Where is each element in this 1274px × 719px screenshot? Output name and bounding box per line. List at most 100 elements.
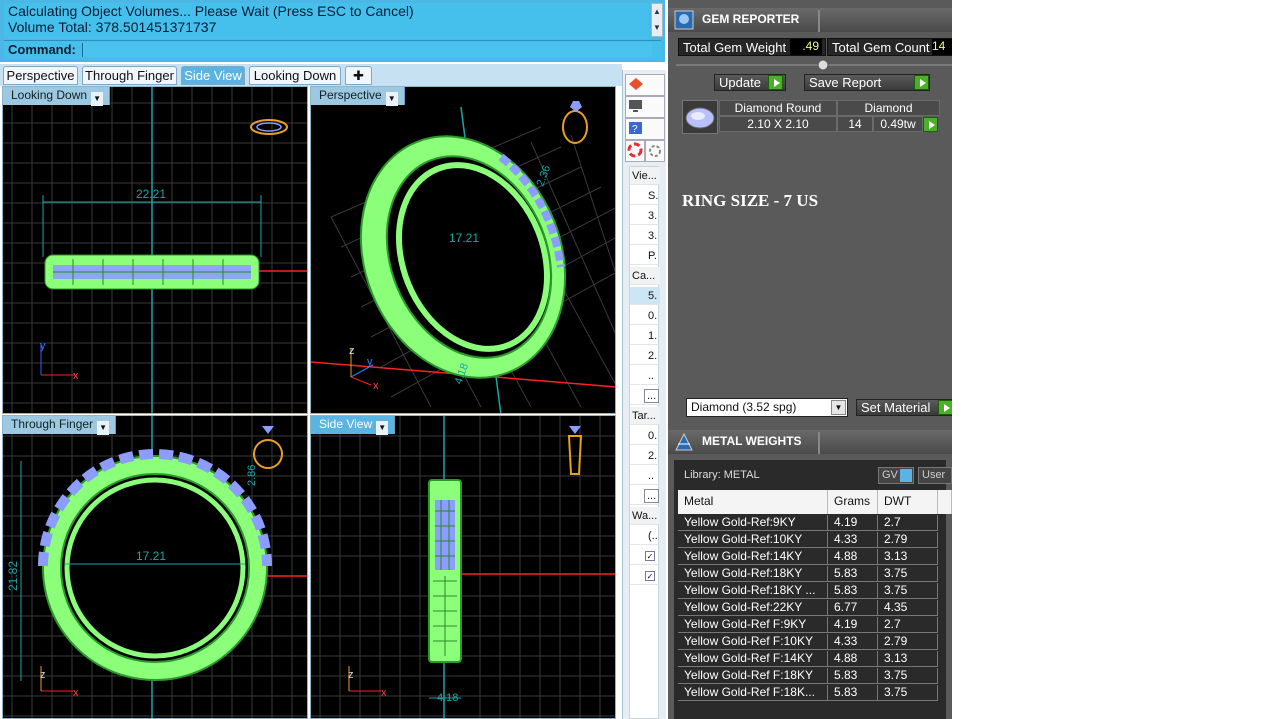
table-row[interactable]: Yellow Gold-Ref F:14KY 4.88 3.13 bbox=[678, 651, 950, 668]
property-row[interactable]: 5. bbox=[630, 287, 660, 305]
cell-grams: 4.33 bbox=[828, 634, 878, 650]
table-row[interactable]: Yellow Gold-Ref F:10KY 4.33 2.79 bbox=[678, 634, 950, 651]
property-group-header[interactable]: Wa... bbox=[630, 507, 660, 525]
history-line: Volume Total: 378.501451371737 bbox=[8, 19, 217, 35]
property-row[interactable]: 1. bbox=[630, 327, 660, 345]
property-row[interactable]: S. bbox=[630, 187, 660, 205]
viewport-through-finger[interactable]: 21.82 17.21 2.86 z x Through Finger ▼ bbox=[2, 415, 308, 719]
command-area: Calculating Object Volumes... Please Wai… bbox=[0, 0, 665, 62]
chevron-down-icon[interactable]: ▼ bbox=[376, 421, 389, 435]
table-row[interactable]: Yellow Gold-Ref:14KY 4.88 3.13 bbox=[678, 549, 950, 566]
property-row[interactable]: ✓ bbox=[630, 547, 660, 565]
property-row[interactable]: 3. bbox=[630, 227, 660, 245]
scroll-up-icon[interactable]: ▲ bbox=[652, 4, 662, 20]
user-button[interactable]: User bbox=[918, 467, 952, 484]
color-tab[interactable] bbox=[625, 140, 645, 162]
viewport-label[interactable]: Looking Down ▼ bbox=[3, 87, 111, 106]
property-row[interactable]: ... bbox=[630, 487, 660, 505]
command-label: Command: bbox=[8, 42, 76, 57]
cell-dwt: 3.75 bbox=[878, 685, 938, 701]
monitor-icon bbox=[629, 100, 642, 112]
property-row[interactable]: 0. bbox=[630, 307, 660, 325]
tab-side-view[interactable]: Side View bbox=[181, 66, 245, 85]
set-material-go-icon[interactable] bbox=[938, 400, 952, 415]
viewport-side-view[interactable]: 4.18 z x Side View ▼ bbox=[310, 415, 616, 719]
table-row[interactable]: Yellow Gold-Ref:9KY 4.19 2.7 bbox=[678, 515, 950, 532]
cell-metal: Yellow Gold-Ref F:18K... bbox=[678, 685, 828, 701]
axis-gizmo: y x bbox=[40, 340, 79, 382]
view-tabs: Perspective Through Finger Side View Loo… bbox=[0, 64, 622, 86]
scroll-down-icon[interactable]: ▼ bbox=[652, 20, 662, 36]
update-go-icon[interactable] bbox=[768, 75, 783, 90]
chevron-down-icon[interactable]: ▼ bbox=[97, 421, 110, 435]
table-row[interactable]: Yellow Gold-Ref F:9KY 4.19 2.7 bbox=[678, 617, 950, 634]
table-row[interactable]: Yellow Gold-Ref:18KY 5.83 3.75 bbox=[678, 566, 950, 583]
metal-weights-title: METAL WEIGHTS bbox=[702, 434, 802, 448]
chevron-down-icon[interactable]: ▼ bbox=[91, 92, 104, 106]
property-row[interactable]: P. bbox=[630, 247, 660, 265]
axis-gizmo: z x bbox=[40, 666, 79, 699]
settings-tab[interactable] bbox=[645, 140, 665, 162]
total-gem-weight-value: .49 bbox=[790, 39, 822, 55]
viewport-label[interactable]: Side View ▼ bbox=[311, 416, 396, 435]
property-row[interactable]: 2. bbox=[630, 347, 660, 365]
column-header-metal[interactable]: Metal bbox=[678, 490, 828, 514]
table-row[interactable]: Yellow Gold-Ref F:18KY 5.83 3.75 bbox=[678, 668, 950, 685]
history-scrollbar[interactable]: ▲ ▼ bbox=[651, 3, 663, 37]
column-header-grams[interactable]: Grams bbox=[828, 490, 878, 514]
app-window: Calculating Object Volumes... Please Wai… bbox=[0, 0, 952, 719]
checkbox[interactable]: ✓ bbox=[645, 551, 655, 561]
viewport-perspective[interactable]: 17.21 2.36 4.18 z y x Perspective ▼ bbox=[310, 86, 616, 414]
property-row[interactable]: 2. bbox=[630, 447, 660, 465]
viewport-looking-down[interactable]: 22.21 y x Looking Down ▼ bbox=[2, 86, 308, 414]
splitter[interactable] bbox=[676, 58, 952, 72]
property-row[interactable]: (.. bbox=[630, 527, 660, 545]
table-row[interactable]: Yellow Gold-Ref:10KY 4.33 2.79 bbox=[678, 532, 950, 549]
table-row[interactable]: Yellow Gold-Ref:22KY 6.77 4.35 bbox=[678, 600, 950, 617]
checkbox[interactable]: ✓ bbox=[645, 571, 655, 581]
gem-row[interactable]: Diamond Round Diamond 2.10 X 2.10 14 0.4… bbox=[682, 100, 940, 134]
gem-reporter-title: GEM REPORTER bbox=[702, 12, 800, 26]
table-row[interactable]: Yellow Gold-Ref F:18K... 5.83 3.75 bbox=[678, 685, 950, 702]
property-row[interactable]: .. bbox=[630, 467, 660, 485]
svg-text:z: z bbox=[349, 345, 355, 357]
layers-tab[interactable] bbox=[625, 74, 665, 96]
column-header-extra bbox=[938, 490, 952, 514]
add-tab-button[interactable]: ✚ bbox=[345, 66, 372, 85]
svg-text:x: x bbox=[373, 380, 379, 392]
property-text: 1. bbox=[648, 330, 658, 342]
tab-perspective[interactable]: Perspective bbox=[3, 66, 78, 85]
tab-through-finger[interactable]: Through Finger bbox=[82, 66, 177, 85]
command-input[interactable] bbox=[82, 43, 652, 57]
property-row[interactable]: 0. bbox=[630, 427, 660, 445]
table-row[interactable]: Yellow Gold-Ref:18KY ... 5.83 3.75 bbox=[678, 583, 950, 600]
gem-row-go-icon[interactable] bbox=[923, 117, 938, 132]
tab-looking-down[interactable]: Looking Down bbox=[249, 66, 341, 85]
viewport-label[interactable]: Through Finger ▼ bbox=[3, 416, 117, 435]
save-report-go-icon[interactable] bbox=[914, 75, 929, 90]
property-row[interactable]: .. bbox=[630, 367, 660, 385]
metal-weights-header: METAL WEIGHTS bbox=[668, 430, 952, 454]
svg-text:y: y bbox=[367, 356, 373, 368]
display-tab[interactable] bbox=[625, 96, 665, 118]
axis-gizmo: z x bbox=[348, 666, 387, 699]
gem-material: Diamond bbox=[837, 100, 940, 116]
property-text: Ca... bbox=[632, 270, 656, 282]
gem-material-select[interactable]: Diamond (3.52 spg) ▼ bbox=[686, 398, 848, 417]
property-row[interactable]: ... bbox=[630, 387, 660, 405]
property-row[interactable]: ✓ bbox=[630, 567, 660, 585]
command-history: Calculating Object Volumes... Please Wai… bbox=[4, 3, 649, 39]
property-group-header[interactable]: Vie... bbox=[630, 167, 660, 185]
help-tab[interactable]: ? bbox=[625, 118, 665, 140]
viewport-label[interactable]: Perspective ▼ bbox=[311, 87, 405, 106]
save-report-button[interactable]: Save Report bbox=[804, 74, 930, 91]
gem-list-area bbox=[674, 134, 946, 390]
chevron-down-icon[interactable]: ▼ bbox=[385, 92, 398, 106]
property-row[interactable]: 3. bbox=[630, 207, 660, 225]
cell-dwt: 2.79 bbox=[878, 634, 938, 650]
gv-toggle-icon[interactable] bbox=[900, 469, 912, 482]
property-group-header[interactable]: Ca... bbox=[630, 267, 660, 285]
chevron-down-icon[interactable]: ▼ bbox=[831, 400, 846, 415]
property-group-header[interactable]: Tar... bbox=[630, 407, 660, 425]
column-header-dwt[interactable]: DWT bbox=[878, 490, 938, 514]
